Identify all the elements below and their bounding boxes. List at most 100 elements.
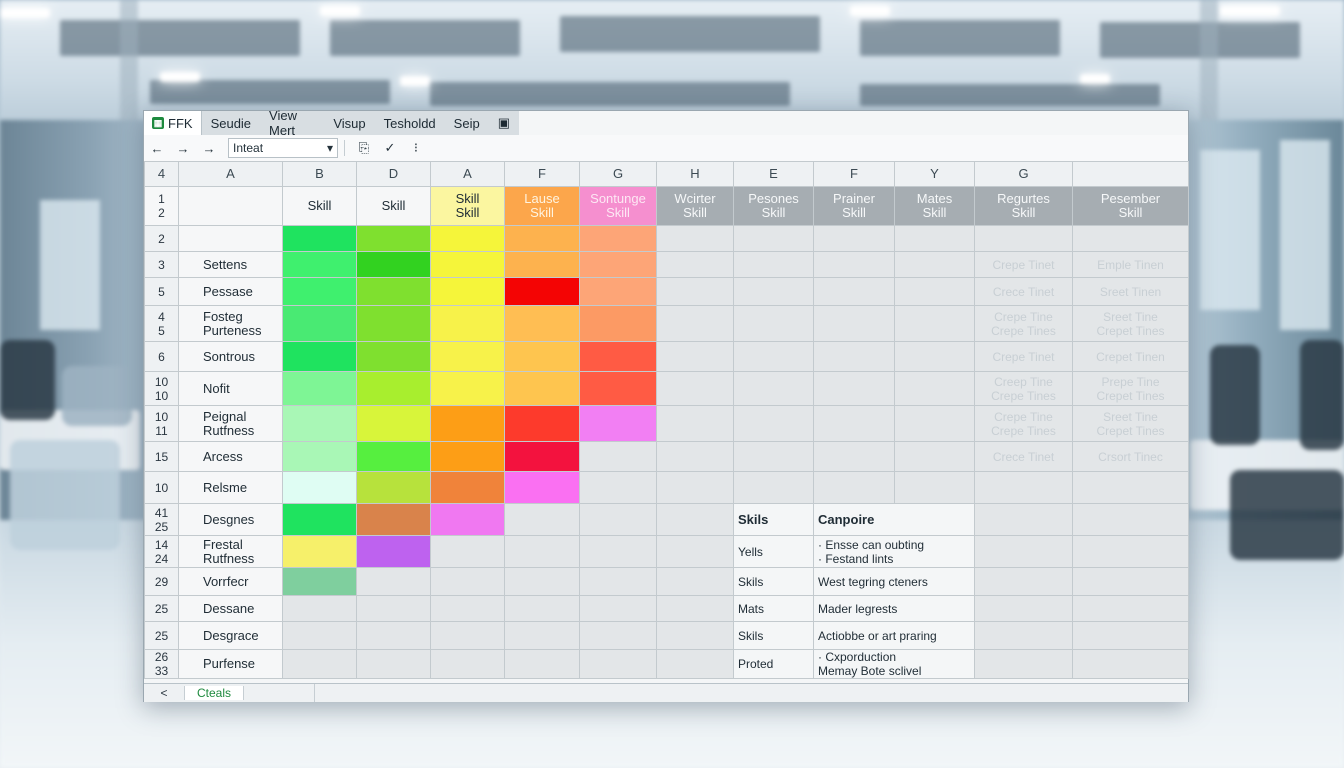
row-number[interactable]: 2 bbox=[144, 225, 179, 252]
heatmap-cell[interactable] bbox=[579, 441, 657, 472]
heatmap-cell[interactable] bbox=[430, 277, 505, 306]
empty-cell[interactable] bbox=[656, 405, 734, 442]
empty-cell[interactable] bbox=[813, 251, 895, 278]
skill-name-cell[interactable]: Arcess bbox=[178, 441, 283, 472]
empty-cell[interactable] bbox=[813, 305, 895, 342]
column-header[interactable]: D bbox=[356, 161, 431, 187]
heatmap-cell[interactable] bbox=[356, 371, 431, 406]
menu-item-1[interactable]: Seudie bbox=[202, 116, 260, 131]
heatmap-cell[interactable] bbox=[579, 535, 657, 568]
heatmap-cell[interactable] bbox=[504, 225, 580, 252]
faint-note-cell[interactable]: Crsort Tinec bbox=[1072, 441, 1189, 472]
skill-name-cell[interactable]: Vorrfecr bbox=[178, 567, 283, 596]
faint-note-cell[interactable]: Sreet Tinen bbox=[1072, 277, 1189, 306]
row-number[interactable]: 10 10 bbox=[144, 371, 179, 406]
heatmap-cell[interactable] bbox=[282, 251, 357, 278]
empty-cell[interactable] bbox=[894, 471, 975, 504]
heatmap-cell[interactable] bbox=[356, 277, 431, 306]
empty-cell[interactable] bbox=[656, 535, 734, 568]
summary-label-cell[interactable]: Skils bbox=[733, 503, 814, 536]
heatmap-cell[interactable] bbox=[430, 595, 505, 622]
heatmap-cell[interactable] bbox=[504, 535, 580, 568]
heatmap-cell[interactable] bbox=[282, 441, 357, 472]
faint-note-cell[interactable]: Crepe Tine Crepe Tines bbox=[974, 405, 1073, 442]
clipboard-icon[interactable]: ⎘ bbox=[351, 140, 377, 156]
empty-cell[interactable] bbox=[1072, 621, 1189, 650]
faint-note-cell[interactable] bbox=[974, 225, 1073, 252]
row-number[interactable]: 45 bbox=[144, 305, 179, 342]
empty-cell[interactable] bbox=[656, 341, 734, 372]
column-header[interactable]: G bbox=[974, 161, 1073, 187]
heatmap-cell[interactable] bbox=[504, 341, 580, 372]
document-icon[interactable]: ▣ bbox=[489, 115, 519, 131]
heatmap-cell[interactable] bbox=[504, 405, 580, 442]
skill-header-cell[interactable]: Skill bbox=[356, 186, 431, 226]
empty-cell[interactable] bbox=[974, 595, 1073, 622]
empty-cell[interactable] bbox=[894, 277, 975, 306]
summary-text-cell[interactable]: Actiobbe or art praring bbox=[813, 621, 975, 650]
column-header[interactable]: E bbox=[733, 161, 814, 187]
column-header[interactable]: G bbox=[579, 161, 657, 187]
heatmap-cell[interactable] bbox=[356, 567, 431, 596]
heatmap-cell[interactable] bbox=[430, 567, 505, 596]
heatmap-cell[interactable] bbox=[356, 341, 431, 372]
empty-cell[interactable] bbox=[894, 341, 975, 372]
heatmap-cell[interactable] bbox=[356, 441, 431, 472]
heatmap-cell[interactable] bbox=[430, 649, 505, 679]
heatmap-cell[interactable] bbox=[430, 371, 505, 406]
heatmap-cell[interactable] bbox=[579, 621, 657, 650]
faint-note-cell[interactable]: Crepe Tinet bbox=[974, 251, 1073, 278]
faint-note-cell[interactable] bbox=[1072, 471, 1189, 504]
heatmap-cell[interactable] bbox=[356, 649, 431, 679]
heatmap-cell[interactable] bbox=[282, 535, 357, 568]
heatmap-cell[interactable] bbox=[579, 305, 657, 342]
checkmark-icon[interactable]: ✓ bbox=[377, 140, 403, 156]
sheet-tab-empty[interactable] bbox=[244, 684, 315, 702]
empty-cell[interactable] bbox=[733, 277, 814, 306]
sheet-nav-button[interactable]: < bbox=[144, 686, 185, 700]
menu-item-4[interactable]: Tesholdd bbox=[375, 116, 445, 131]
heatmap-cell[interactable] bbox=[579, 225, 657, 252]
heatmap-cell[interactable] bbox=[504, 567, 580, 596]
empty-cell[interactable] bbox=[656, 649, 734, 679]
empty-cell[interactable] bbox=[1072, 535, 1189, 568]
heatmap-cell[interactable] bbox=[504, 371, 580, 406]
skill-name-cell[interactable]: Pessase bbox=[178, 277, 283, 306]
skill-header-cell[interactable]: Prainer Skill bbox=[813, 186, 895, 226]
redo-arrow-icon[interactable]: → bbox=[196, 141, 222, 156]
column-header[interactable]: B bbox=[282, 161, 357, 187]
summary-label-cell[interactable]: Yells bbox=[733, 535, 814, 568]
row-number[interactable]: 25 bbox=[144, 621, 179, 650]
row-number[interactable]: 6 bbox=[144, 341, 179, 372]
heatmap-cell[interactable] bbox=[579, 567, 657, 596]
heatmap-cell[interactable] bbox=[430, 503, 505, 536]
empty-cell[interactable] bbox=[894, 371, 975, 406]
heatmap-cell[interactable] bbox=[282, 341, 357, 372]
heatmap-cell[interactable] bbox=[430, 341, 505, 372]
empty-cell[interactable] bbox=[974, 535, 1073, 568]
skill-header-cell[interactable]: Sontunge Skill bbox=[579, 186, 657, 226]
empty-cell[interactable] bbox=[656, 595, 734, 622]
faint-note-cell[interactable]: Creep Tine Crepe Tines bbox=[974, 371, 1073, 406]
heatmap-cell[interactable] bbox=[282, 649, 357, 679]
row-number[interactable]: 29 bbox=[144, 567, 179, 596]
skill-name-cell[interactable]: Sontrous bbox=[178, 341, 283, 372]
heatmap-cell[interactable] bbox=[282, 405, 357, 442]
heatmap-cell[interactable] bbox=[430, 251, 505, 278]
heatmap-cell[interactable] bbox=[356, 503, 431, 536]
back-arrow-icon[interactable]: ← bbox=[144, 141, 170, 156]
heatmap-cell[interactable] bbox=[356, 595, 431, 622]
empty-cell[interactable] bbox=[813, 441, 895, 472]
heatmap-cell[interactable] bbox=[579, 649, 657, 679]
faint-note-cell[interactable]: Crece Tinet bbox=[974, 277, 1073, 306]
skill-name-cell[interactable]: Fosteg Purteness bbox=[178, 305, 283, 342]
heatmap-cell[interactable] bbox=[504, 277, 580, 306]
heatmap-cell[interactable] bbox=[356, 535, 431, 568]
heatmap-cell[interactable] bbox=[504, 595, 580, 622]
empty-cell[interactable] bbox=[813, 405, 895, 442]
column-header[interactable]: A bbox=[430, 161, 505, 187]
heatmap-cell[interactable] bbox=[356, 305, 431, 342]
empty-cell[interactable] bbox=[656, 471, 734, 504]
column-header[interactable]: Y bbox=[894, 161, 975, 187]
skill-header-cell[interactable]: Lause Skill bbox=[504, 186, 580, 226]
